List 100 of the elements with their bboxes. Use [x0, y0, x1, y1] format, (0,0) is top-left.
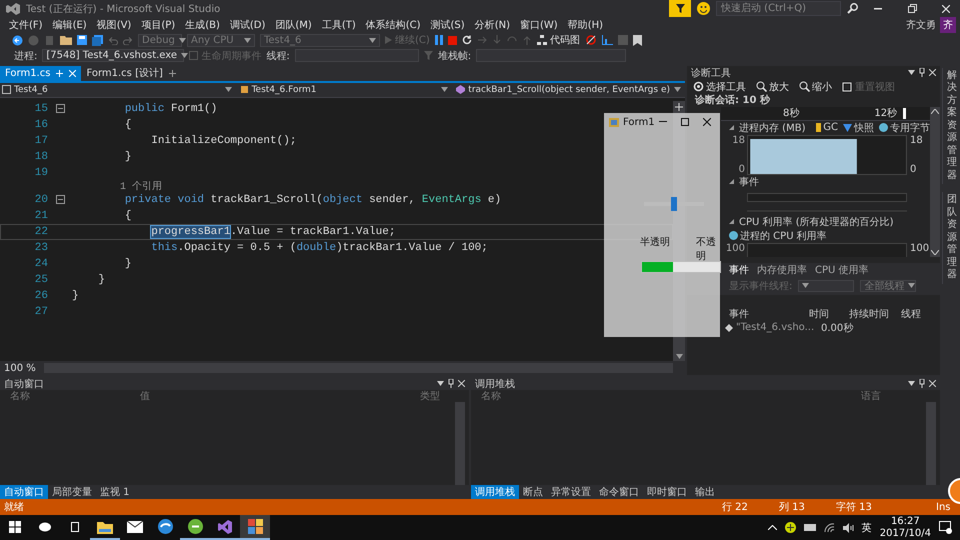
panel-tab[interactable]: 局部变量	[48, 485, 96, 500]
notification-icon[interactable]	[939, 521, 952, 534]
speaker-icon[interactable]	[842, 522, 854, 533]
stop-icon[interactable]	[448, 36, 457, 45]
column-header[interactable]: 持续时间	[849, 306, 901, 321]
user-avatar[interactable]: 齐	[940, 17, 956, 33]
chart-icon[interactable]	[602, 35, 613, 46]
menu-item[interactable]: 窗口(W)	[514, 18, 563, 32]
diagnostic-tab[interactable]: 事件	[729, 262, 749, 277]
column-header[interactable]: 事件	[729, 306, 809, 321]
panel-tab[interactable]: 监视 1	[96, 485, 134, 500]
bookmark-icon[interactable]	[632, 34, 642, 46]
circle-app-icon[interactable]	[188, 519, 202, 534]
input-method-indicator[interactable]: 英	[862, 520, 872, 535]
pin-icon[interactable]	[168, 70, 176, 77]
envelope-icon[interactable]	[127, 520, 143, 533]
menu-item[interactable]: 分析(N)	[470, 18, 515, 32]
diagnostic-tool-button[interactable]: 缩小	[799, 80, 832, 94]
category-dropdown[interactable]	[798, 280, 854, 292]
slider-thumb[interactable]	[671, 197, 677, 211]
zoom-level[interactable]: 100 %	[0, 362, 44, 374]
panel-tab[interactable]: 自动窗口	[0, 485, 48, 500]
line-number: 20	[34, 194, 48, 206]
panel-tab[interactable]: 输出	[691, 485, 719, 500]
line-number: 27	[34, 306, 48, 318]
code-map-button[interactable]: 代码图	[536, 33, 580, 48]
time-tick-label: 8秒	[783, 106, 800, 120]
menu-item[interactable]: 生成(B)	[180, 18, 225, 32]
form-app-icon[interactable]	[248, 519, 262, 534]
folder-icon[interactable]	[97, 520, 113, 534]
reference-count-link[interactable]: 1 个引用	[72, 179, 162, 194]
pin-icon[interactable]	[919, 379, 925, 388]
menu-item[interactable]: 编辑(E)	[48, 18, 92, 32]
back-icon[interactable]	[12, 34, 23, 46]
dropdown-icon[interactable]	[908, 381, 915, 386]
pin-icon[interactable]	[919, 68, 925, 78]
scrollbar[interactable]	[930, 106, 940, 257]
collapse-arrow-icon[interactable]	[729, 179, 734, 184]
diagnostic-tool-button[interactable]: 放大	[756, 80, 789, 94]
panel-tab[interactable]: 即时窗口	[643, 485, 691, 500]
pause-icon[interactable]	[434, 35, 443, 46]
diagnostic-tab[interactable]: 内存使用率	[757, 262, 807, 277]
infinity-logo-icon[interactable]	[217, 518, 233, 535]
panel-tab[interactable]: 调用堆栈	[471, 485, 519, 500]
diagnostic-tab[interactable]: CPU 使用率	[815, 262, 869, 277]
user-name[interactable]: 齐文勇	[906, 18, 936, 32]
search-icon[interactable]	[847, 3, 858, 14]
pin-icon[interactable]	[448, 379, 454, 388]
menu-item[interactable]: 体系结构(C)	[360, 18, 426, 32]
browser-icon[interactable]	[158, 519, 172, 534]
battery-icon[interactable]	[804, 524, 816, 532]
menu-item[interactable]: 项目(P)	[136, 18, 180, 32]
navigation-dropdown[interactable]: trackBar1_Scroll(object sender, EventArgs e)	[454, 82, 685, 97]
project-icon	[2, 85, 11, 94]
navigation-dropdown[interactable]: Test4_6.Form1	[238, 82, 452, 97]
diagnostic-tool-button[interactable]: 选择工具	[693, 80, 746, 94]
menu-item[interactable]: 调试(D)	[224, 18, 270, 32]
column-header[interactable]: 时间	[809, 306, 849, 321]
bug-icon[interactable]	[584, 35, 597, 46]
redo-icon[interactable]	[123, 36, 133, 45]
close-icon[interactable]	[703, 118, 712, 126]
restart-icon[interactable]	[462, 35, 472, 46]
chevron-up-icon[interactable]	[768, 525, 777, 530]
navigation-dropdown[interactable]: Test4_6	[0, 82, 236, 97]
collapse-arrow-icon[interactable]	[729, 219, 734, 224]
wifi-icon[interactable]	[824, 522, 835, 533]
panel-tab[interactable]: 异常设置	[547, 485, 595, 500]
notification-filter-button[interactable]	[669, 0, 691, 17]
menu-item[interactable]: 工具(T)	[316, 18, 361, 32]
clock[interactable]: 16:27 2017/10/4	[880, 516, 931, 540]
menu-item[interactable]: 团队(M)	[270, 18, 317, 32]
column-header[interactable]: 线程	[901, 306, 940, 321]
taskbar-app[interactable]	[240, 515, 270, 540]
save-icon[interactable]	[77, 35, 87, 46]
plus-circle-icon[interactable]	[784, 522, 796, 534]
collapse-icon[interactable]	[56, 104, 64, 114]
quick-launch-field[interactable]: 快速启动 (Ctrl+Q)	[716, 1, 841, 16]
folder-icon[interactable]	[60, 35, 72, 46]
menu-item[interactable]: 文件(F)	[4, 18, 48, 32]
collapse-arrow-icon[interactable]	[729, 125, 734, 130]
maximize-icon[interactable]	[680, 118, 689, 126]
dropdown-icon[interactable]	[908, 70, 915, 76]
scroll-down-icon[interactable]	[931, 250, 939, 255]
menu-item[interactable]: 测试(S)	[426, 18, 470, 32]
dropdown-icon[interactable]	[437, 381, 444, 386]
panel-tab[interactable]: 命令窗口	[595, 485, 643, 500]
scrollbar[interactable]	[926, 402, 936, 486]
smiley-icon[interactable]	[697, 2, 710, 15]
minimize-icon[interactable]	[658, 121, 667, 123]
document-tab[interactable]: Form1.cs [设计]	[81, 66, 181, 81]
menu-item[interactable]: 视图(V)	[92, 18, 136, 32]
collapse-icon[interactable]	[56, 195, 64, 204]
split-icon[interactable]	[675, 102, 683, 111]
panel-tab[interactable]: 断点	[519, 485, 547, 500]
scroll-up-icon[interactable]	[931, 108, 939, 114]
save-all-icon[interactable]	[92, 34, 103, 46]
menu-item[interactable]: 帮助(H)	[562, 18, 608, 32]
undo-icon[interactable]	[108, 36, 118, 45]
timeline-marker[interactable]	[903, 108, 906, 119]
scrollbar[interactable]	[455, 402, 465, 486]
